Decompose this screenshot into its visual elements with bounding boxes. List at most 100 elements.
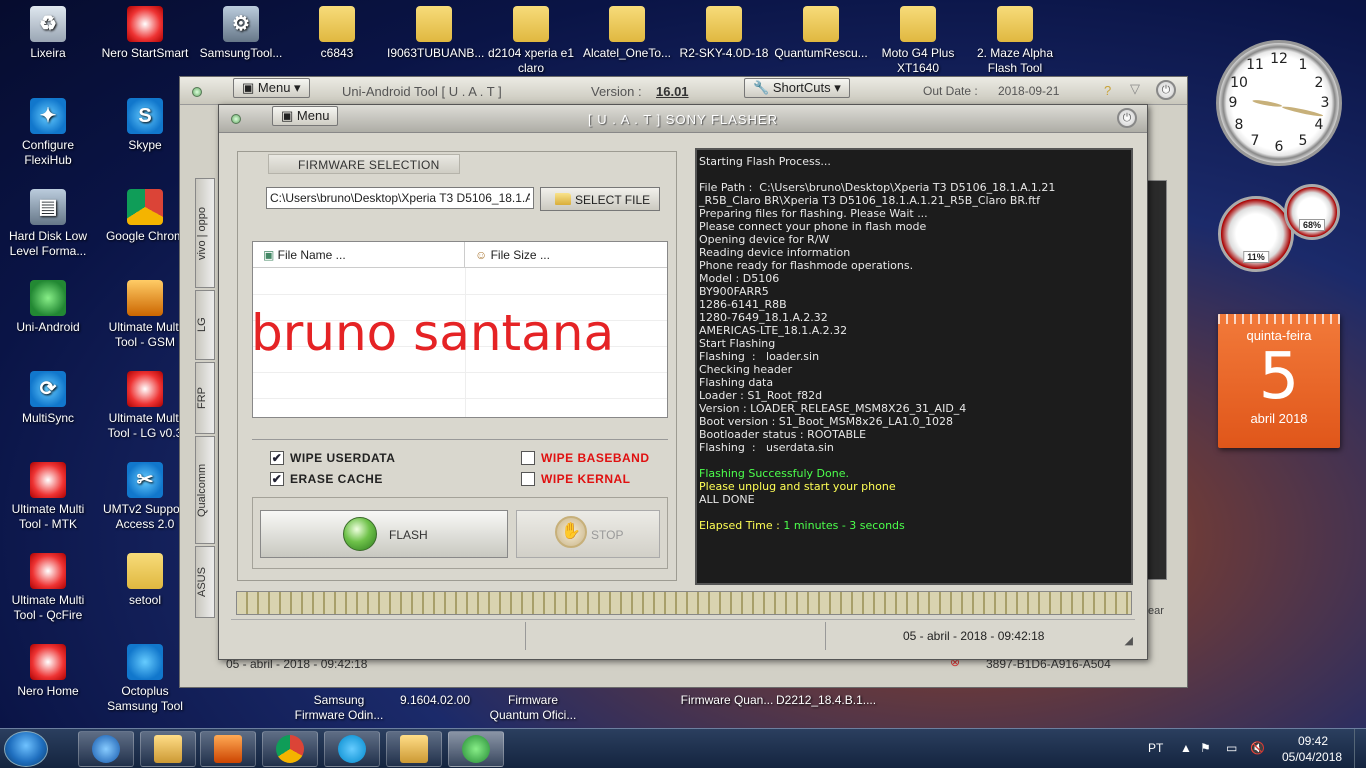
umt-icon	[127, 371, 163, 407]
taskbar-uni-android[interactable]	[448, 731, 504, 767]
tab-lg[interactable]: LG	[195, 290, 215, 360]
desktop-icon-r2sky[interactable]: R2-SKY-4.0D-18	[677, 6, 771, 61]
log-line: Please unplug and start your phone	[699, 480, 896, 493]
help-icon[interactable]: ?	[1104, 83, 1111, 98]
network-icon[interactable]: ▭	[1226, 741, 1237, 768]
desktop-icon-umt-mtk[interactable]: Ultimate Multi Tool - MTK	[1, 462, 95, 532]
action-center-icon[interactable]: ⚑	[1200, 741, 1211, 768]
desktop-icon-setool[interactable]: setool	[98, 553, 192, 608]
desktop-icon-cfq[interactable]: Firmware Quan...	[680, 693, 774, 708]
close-power-icon[interactable]: ⏻	[1117, 108, 1137, 128]
desktop-icon-nero-startsmart[interactable]: Nero StartSmart	[98, 6, 192, 61]
show-desktop-button[interactable]	[1354, 729, 1366, 768]
desktop-icon-quantum[interactable]: QuantumRescu...	[774, 6, 868, 61]
desktop-icon-c6843[interactable]: c6843	[290, 6, 384, 61]
log-line: Loader : S1_Root_f82d	[699, 389, 823, 402]
desktop-icon-umtv2[interactable]: ✂ UMTv2 Support Access 2.0	[98, 462, 192, 532]
select-file-button[interactable]: SELECT FILE	[540, 187, 660, 211]
language-indicator[interactable]: PT	[1148, 741, 1163, 768]
desktop-icon-umt-lg[interactable]: Ultimate Multi Tool - LG v0.3	[98, 371, 192, 441]
status-separator	[825, 622, 826, 650]
folder-icon	[555, 193, 571, 205]
column-file-name[interactable]: ▣ File Name ...	[253, 242, 465, 267]
sony-window-title: [ U . A . T ] SONY FLASHER	[587, 112, 778, 127]
flash-progress-bar	[236, 591, 1132, 615]
flash-log-console[interactable]: Starting Flash Process... File Path : C:\…	[695, 148, 1133, 585]
desktop-icon-hdd[interactable]: ▤ Hard Disk Low Level Forma...	[1, 189, 95, 259]
log-line: Reading device information	[699, 246, 851, 259]
desktop-icon-lixeira[interactable]: ♻ Lixeira	[1, 6, 95, 61]
taskbar-explorer[interactable]	[140, 731, 196, 767]
status-dot-icon	[192, 87, 202, 97]
taskbar-chrome[interactable]	[262, 731, 318, 767]
desktop-icon-nerohome[interactable]: Nero Home	[1, 644, 95, 699]
row-divider	[253, 372, 667, 373]
desktop-icon-samsungtool[interactable]: ⚙ SamsungTool...	[194, 6, 288, 61]
uat-menu-button[interactable]: ▣ Menu ▾	[233, 78, 310, 98]
tray-expand-icon[interactable]: ▲	[1180, 741, 1192, 768]
volume-icon[interactable]: 🔇	[1250, 741, 1265, 768]
log-line: Bootloader status : ROOTABLE	[699, 428, 867, 441]
taskbar-ie[interactable]	[78, 731, 134, 767]
cpu-gauge[interactable]: 11%	[1218, 196, 1294, 272]
desktop-icon-umt-gsm[interactable]: Ultimate Multi Tool - GSM	[98, 280, 192, 350]
taskbar-tool-app[interactable]	[386, 731, 442, 767]
erase-cache-checkbox[interactable]: ✔ ERASE CACHE	[270, 472, 383, 486]
desktop-icon-maze[interactable]: 2. Maze Alpha Flash Tool	[968, 6, 1062, 76]
log-line: Starting Flash Process...	[699, 155, 831, 168]
desktop-icon-samsung-fw[interactable]: Samsung Firmware Odin...	[292, 693, 386, 723]
firmware-path-input[interactable]	[266, 187, 534, 209]
log-line: Version : LOADER_RELEASE_MSM8X26_31_AID_…	[699, 402, 967, 415]
minimize-icon[interactable]: ▽	[1130, 81, 1140, 97]
shortcuts-button[interactable]: 🔧 ShortCuts ▾	[744, 78, 850, 98]
desktop-icon-d2104[interactable]: d2104 xperia e1 claro	[484, 6, 578, 76]
internet-explorer-icon	[92, 735, 120, 763]
desktop-icon-chrome[interactable]: Google Chrom	[98, 189, 192, 244]
desktop-icon-flexihub[interactable]: ✦ Configure FlexiHub	[1, 98, 95, 168]
taskbar-skype[interactable]	[324, 731, 380, 767]
flash-button[interactable]: FLASH	[260, 510, 508, 558]
desktop-icon-skype[interactable]: S Skype	[98, 98, 192, 153]
media-player-icon	[214, 735, 242, 763]
sony-flasher-window[interactable]: ▣ Menu [ U . A . T ] SONY FLASHER ⏻ FIRM…	[218, 104, 1148, 660]
desktop-icon-i9063[interactable]: I9063TUBUANB...	[387, 6, 484, 61]
stop-button[interactable]: ✋ STOP	[516, 510, 660, 558]
desktop-icon-multisync[interactable]: ⟳ MultiSync	[1, 371, 95, 426]
file-list-table[interactable]: ▣ File Name ... ☺ File Size ... bruno sa…	[251, 241, 668, 418]
folder-icon	[513, 6, 549, 42]
calendar-gadget[interactable]: quinta-feira 5 abril 2018	[1218, 314, 1340, 448]
memory-gauge[interactable]: 68%	[1284, 184, 1340, 240]
umtv2-icon: ✂	[127, 462, 163, 498]
resize-grip-icon[interactable]: ◢	[1125, 634, 1133, 647]
desktop-icon-d2212[interactable]: D2212_18.4.B.1....	[776, 693, 876, 708]
power-icon[interactable]: ⏻	[1156, 80, 1176, 100]
column-file-size[interactable]: ☺ File Size ...	[465, 242, 550, 267]
desktop-icon-umt-qc[interactable]: Ultimate Multi Tool - QcFire	[1, 553, 95, 623]
wipe-userdata-checkbox[interactable]: ✔ WIPE USERDATA	[270, 451, 395, 465]
wipe-kernal-checkbox[interactable]: WIPE KERNAL	[521, 472, 631, 486]
tab-frp[interactable]: FRP	[195, 362, 215, 434]
log-line: BY900FARR5	[699, 285, 769, 298]
tab-qualcomm[interactable]: Qualcomm	[195, 436, 215, 544]
windows-start-button[interactable]	[4, 731, 48, 767]
log-line: ALL DONE	[699, 493, 755, 506]
clock-gadget[interactable]: 12 1 2 3 4 5 6 7 8 9 10 11	[1216, 40, 1342, 166]
file-explorer-icon	[154, 735, 182, 763]
clock-date[interactable]: 05/04/2018	[1282, 750, 1342, 768]
uat-partial-text: ear	[1148, 605, 1164, 617]
log-line: Flashing Successfuly Done.	[699, 467, 849, 480]
log-line: Please connect your phone in flash mode	[699, 220, 927, 233]
desktop-icon-uniandroid[interactable]: Uni-Android	[1, 280, 95, 335]
wipe-baseband-checkbox[interactable]: WIPE BASEBAND	[521, 451, 650, 465]
tab-vivo-oppo[interactable]: vivo | oppo	[195, 178, 215, 288]
taskbar-media-player[interactable]	[200, 731, 256, 767]
out-date-label: Out Date :	[923, 84, 978, 98]
log-line: Model : D5106	[699, 272, 780, 285]
folder-icon	[416, 6, 452, 42]
desktop-icon-imei[interactable]: 9.1604.02.00	[388, 693, 482, 708]
desktop-icon-alcatel[interactable]: Alcatel_OneTo...	[580, 6, 674, 61]
log-line: Phone ready for flashmode operations.	[699, 259, 914, 272]
desktop-icon-octoplus[interactable]: Octoplus Samsung Tool	[98, 644, 192, 714]
desktop-icon-qfw[interactable]: Firmware Quantum Ofici...	[486, 693, 580, 723]
tab-asus[interactable]: ASUS	[195, 546, 215, 618]
